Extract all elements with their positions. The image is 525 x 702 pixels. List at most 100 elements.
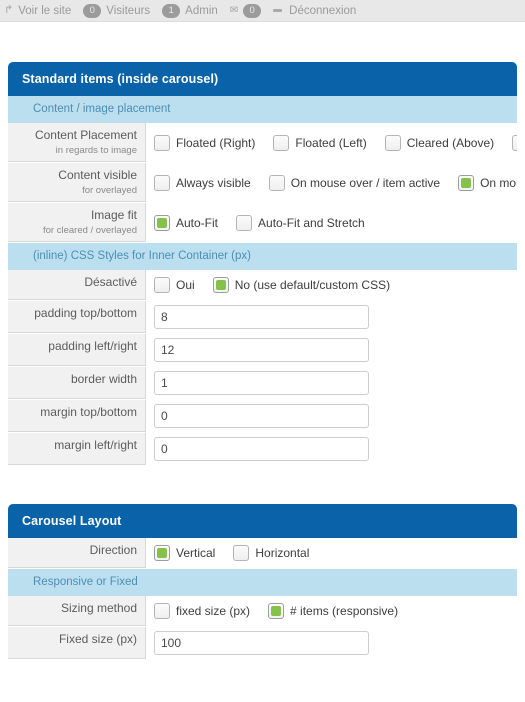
external-link-icon: ↱ xyxy=(4,4,14,16)
row-label-text: Sizing method xyxy=(60,601,137,615)
checkbox-unchecked-icon[interactable] xyxy=(268,174,285,191)
row-label-text: Direction xyxy=(89,543,137,557)
checkbox-checked-icon[interactable] xyxy=(212,277,229,293)
checkbox-unchecked-icon[interactable] xyxy=(384,134,401,151)
settings-row: margin left/right xyxy=(8,433,517,466)
row-label-text: Désactivé xyxy=(84,275,137,289)
checkbox-option[interactable]: Horizontal xyxy=(233,545,309,561)
row-field: Auto-Fit Auto-Fit and Stretch xyxy=(146,203,517,242)
row-label: margin left/right xyxy=(8,433,146,465)
settings-row: margin top/bottom xyxy=(8,400,517,433)
text-input[interactable] xyxy=(154,631,369,655)
row-label-text: border width xyxy=(70,372,137,386)
checkbox-option[interactable] xyxy=(512,134,517,151)
checkbox-option[interactable]: Cleared (Above) xyxy=(384,134,494,151)
panel-spacer xyxy=(0,466,525,504)
checkbox-unchecked-icon[interactable] xyxy=(154,603,170,619)
checkbox-checked-icon[interactable] xyxy=(458,174,475,191)
settings-row: Direction Vertical Horizontal xyxy=(8,538,517,569)
admin-bar-badge: 0 xyxy=(83,3,102,18)
checkbox-label: Vertical xyxy=(176,546,216,560)
checkbox-option[interactable]: Vertical xyxy=(154,545,215,561)
admin-bar-item-4[interactable]: Déconnexion xyxy=(273,5,356,17)
row-label-text: Fixed size (px) xyxy=(58,632,137,646)
checkbox-option[interactable]: On mouse over / item active xyxy=(268,174,440,191)
mail-icon: ✉ xyxy=(229,5,239,16)
checkbox-option[interactable]: Oui xyxy=(154,277,195,293)
row-label: Fixed size (px) xyxy=(8,627,146,659)
checkbox-label: fixed size (px) xyxy=(176,604,251,618)
row-field: Oui No (use default/custom CSS) xyxy=(146,270,517,300)
checkbox-option[interactable]: # items (responsive) xyxy=(268,603,398,619)
row-label-text: padding left/right xyxy=(48,339,137,353)
settings-row: Content visible for overlayed Always visib… xyxy=(8,163,517,203)
text-input[interactable] xyxy=(154,437,369,461)
checkbox-label: Always visible xyxy=(176,175,251,190)
row-field xyxy=(146,433,517,465)
settings-row: Content Placement in regards to image Floa… xyxy=(8,123,517,163)
checkbox-label: Auto-Fit xyxy=(176,215,219,230)
checkbox-label: Auto-Fit and Stretch xyxy=(258,215,365,230)
checkbox-option[interactable]: On mous xyxy=(458,174,517,191)
section-header: Responsive or Fixed xyxy=(8,569,517,596)
checkbox-option[interactable]: Floated (Right) xyxy=(154,134,256,151)
checkbox-unchecked-icon[interactable] xyxy=(233,545,250,561)
text-input[interactable] xyxy=(154,338,369,362)
checkbox-label: # items (responsive) xyxy=(290,604,399,618)
checkbox-unchecked-icon[interactable] xyxy=(154,134,170,151)
row-sublabel-text: for cleared / overlayed xyxy=(43,225,137,236)
checkbox-checked-icon[interactable] xyxy=(154,545,170,561)
row-field xyxy=(146,367,517,399)
row-label: padding left/right xyxy=(8,334,146,366)
checkbox-unchecked-icon[interactable] xyxy=(273,134,290,151)
settings-page: Standard items (inside carousel) Content … xyxy=(0,22,525,660)
checkbox-option[interactable]: fixed size (px) xyxy=(154,603,250,619)
dash-icon xyxy=(273,9,283,12)
checkbox-label: No (use default/custom CSS) xyxy=(234,278,391,292)
checkbox-unchecked-icon[interactable] xyxy=(154,174,170,191)
admin-bar-label: Déconnexion xyxy=(289,4,357,17)
panel-list: Standard items (inside carousel) Content … xyxy=(0,62,525,660)
checkbox-checked-icon[interactable] xyxy=(154,214,170,231)
admin-bar-label: Admin xyxy=(185,4,218,17)
checkbox-option[interactable]: Always visible xyxy=(154,174,251,191)
row-label-text: margin left/right xyxy=(54,438,137,452)
text-input[interactable] xyxy=(154,305,369,329)
settings-row: border width xyxy=(8,367,517,400)
checkbox-option[interactable]: No (use default/custom CSS) xyxy=(212,277,391,293)
row-sublabel-text: for overlayed xyxy=(82,185,137,196)
row-sublabel-text: in regards to image xyxy=(55,145,137,156)
row-label-text: Image fit xyxy=(90,208,137,222)
settings-row: padding top/bottom xyxy=(8,301,517,334)
panel-1: Standard items (inside carousel) Content … xyxy=(8,62,517,466)
admin-bar-item-3[interactable]: ✉ 0 xyxy=(229,3,262,18)
row-field: Always visible On mouse over / item activ… xyxy=(146,163,517,202)
row-label: border width xyxy=(8,367,146,399)
checkbox-unchecked-icon[interactable] xyxy=(236,214,253,231)
row-label: Sizing method xyxy=(8,596,146,626)
checkbox-label: Oui xyxy=(176,278,195,292)
checkbox-option[interactable]: Auto-Fit and Stretch xyxy=(236,214,365,231)
panel-title: Standard items (inside carousel) xyxy=(8,62,517,96)
checkbox-option[interactable]: Floated (Left) xyxy=(273,134,367,151)
row-field xyxy=(146,301,517,333)
section-header: (inline) CSS Styles for Inner Container … xyxy=(8,243,517,270)
admin-bar-item-0[interactable]: ↱ Voir le site xyxy=(4,5,71,17)
row-label: Direction xyxy=(8,538,146,568)
admin-bar-badge: 1 xyxy=(162,3,181,18)
text-input[interactable] xyxy=(154,404,369,428)
admin-bar-item-1[interactable]: 0 Visiteurs xyxy=(83,3,150,18)
checkbox-unchecked-icon[interactable] xyxy=(154,277,170,293)
row-label-text: margin top/bottom xyxy=(40,405,137,419)
text-input[interactable] xyxy=(154,371,369,395)
row-label: padding top/bottom xyxy=(8,301,146,333)
checkbox-label: Floated (Right) xyxy=(176,135,256,150)
checkbox-unchecked-icon[interactable] xyxy=(512,134,517,151)
row-field xyxy=(146,334,517,366)
settings-row: Sizing method fixed size (px) # items (res… xyxy=(8,596,517,627)
checkbox-option[interactable]: Auto-Fit xyxy=(154,214,219,231)
checkbox-checked-icon[interactable] xyxy=(268,603,285,619)
admin-bar-item-2[interactable]: 1 Admin xyxy=(162,3,218,18)
row-label: Content Placement in regards to image xyxy=(8,123,146,162)
row-field xyxy=(146,400,517,432)
